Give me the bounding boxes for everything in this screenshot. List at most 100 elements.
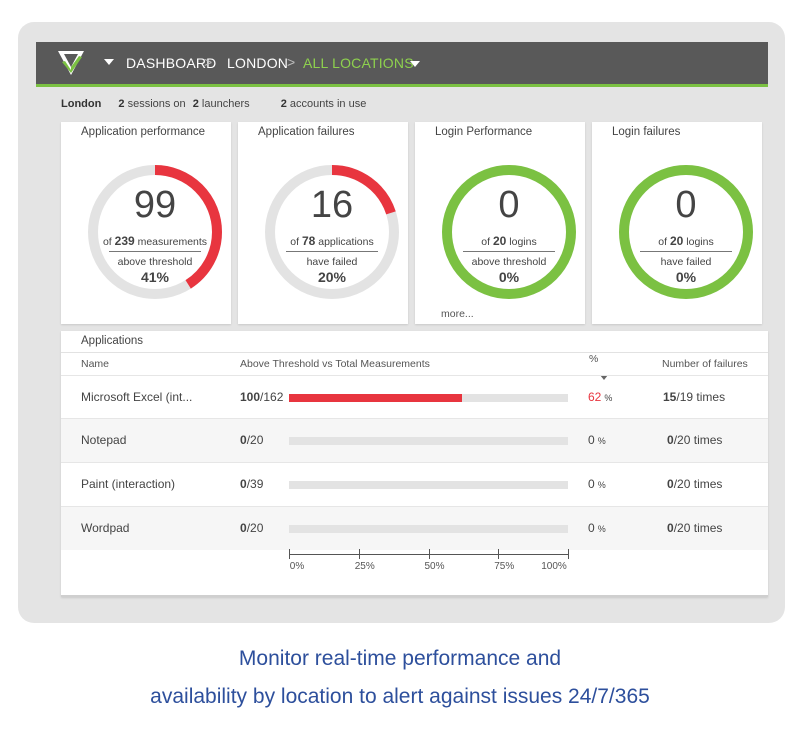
card-center: 99 of 239 measurements above threshold 4… bbox=[83, 160, 227, 304]
column-header-percent[interactable]: % bbox=[589, 353, 598, 365]
caption-line-1: Monitor real-time performance and bbox=[238, 647, 562, 670]
metric-card[interactable]: Login failures 0 of 20 logins have faile… bbox=[592, 122, 762, 324]
menu-dropdown-caret-icon[interactable] bbox=[104, 59, 114, 65]
caption-line-2: availability by location to alert agains… bbox=[150, 685, 650, 708]
summary-accounts-count: 2 bbox=[280, 98, 287, 110]
column-header-failures[interactable]: Number of failures bbox=[662, 358, 748, 370]
card-total-value: 20 bbox=[669, 234, 684, 248]
card-total: of 78 applications bbox=[260, 234, 404, 248]
summary-accounts-label: accounts in use bbox=[289, 98, 367, 110]
axis-tick-label: 50% bbox=[424, 561, 445, 572]
app-total-count: 20 bbox=[250, 521, 264, 535]
app-percent: 62% bbox=[588, 390, 612, 404]
card-center: 0 of 20 logins have failed 0% bbox=[614, 160, 758, 304]
app-failures-count: 0 bbox=[667, 521, 674, 535]
axis-tick bbox=[428, 549, 430, 559]
card-total-label: logins bbox=[686, 236, 714, 248]
app-percent-value: 0 bbox=[588, 433, 595, 447]
app-failures-total: 20 bbox=[677, 521, 691, 535]
card-title: Application performance bbox=[81, 126, 206, 138]
breadcrumb-all-locations[interactable]: ALL LOCATIONS bbox=[303, 55, 414, 71]
app-percent: 0% bbox=[588, 433, 606, 447]
summary-launchers-count: 2 bbox=[192, 98, 199, 110]
card-total-label: applications bbox=[318, 236, 374, 248]
summary-sessions-label: sessions on bbox=[127, 98, 186, 110]
app-measurement-count: 0/20 bbox=[240, 433, 264, 447]
top-navigation-bar: DASHBOARD > LONDON > ALL LOCATIONS bbox=[36, 42, 768, 87]
card-divider bbox=[640, 251, 732, 252]
app-name[interactable]: Microsoft Excel (int... bbox=[81, 390, 192, 404]
app-percent-unit: % bbox=[597, 524, 606, 534]
axis-tick bbox=[358, 549, 360, 559]
axis-tick-label: 0% bbox=[289, 561, 305, 572]
app-above-count: 0 bbox=[240, 477, 247, 491]
app-failures-count: 15 bbox=[663, 390, 677, 404]
applications-title: Applications bbox=[81, 335, 144, 347]
column-header-above-threshold[interactable]: Above Threshold vs Total Measurements bbox=[240, 358, 430, 370]
axis-tick-label: 75% bbox=[494, 561, 515, 572]
card-percent: 0% bbox=[498, 269, 520, 285]
card-title: Login failures bbox=[612, 126, 681, 138]
axis-tick-label: 100% bbox=[541, 561, 567, 572]
breadcrumb-london[interactable]: LONDON bbox=[227, 55, 288, 71]
card-description: have failed bbox=[660, 256, 712, 268]
app-percent-value: 0 bbox=[588, 521, 595, 535]
card-description: above threshold bbox=[117, 256, 193, 268]
card-total-prefix: of bbox=[290, 236, 300, 248]
card-percent: 41% bbox=[140, 269, 170, 285]
table-row[interactable]: Wordpad 0/20 0% 0/20 times bbox=[61, 506, 768, 550]
app-name[interactable]: Notepad bbox=[81, 433, 126, 447]
card-total: of 239 measurements bbox=[83, 234, 227, 248]
app-logo-icon[interactable] bbox=[56, 48, 86, 78]
app-failures: 0/20 times bbox=[667, 433, 723, 447]
threshold-bar-fill bbox=[289, 394, 462, 402]
app-failures: 15/19 times bbox=[663, 390, 726, 404]
more-link[interactable]: more... bbox=[441, 308, 474, 320]
panel-divider bbox=[61, 352, 768, 353]
app-failures-count: 0 bbox=[667, 433, 674, 447]
app-above-count: 0 bbox=[240, 433, 247, 447]
card-percent: 20% bbox=[317, 269, 347, 285]
axis-tick bbox=[498, 549, 500, 559]
card-total-prefix: of bbox=[658, 236, 668, 248]
card-total-label: logins bbox=[509, 236, 537, 248]
table-row[interactable]: Paint (interaction) 0/39 0% 0/20 times bbox=[61, 462, 768, 506]
metric-card[interactable]: Application failures 16 of 78 applicatio… bbox=[238, 122, 408, 324]
location-dropdown-caret-icon[interactable] bbox=[410, 61, 420, 67]
card-value: 0 bbox=[675, 184, 697, 226]
app-percent-unit: % bbox=[597, 436, 606, 446]
breadcrumb-dashboard[interactable]: DASHBOARD bbox=[126, 55, 216, 71]
card-center: 16 of 78 applications have failed 20% bbox=[260, 160, 404, 304]
axis-tick bbox=[568, 549, 569, 559]
card-center: 0 of 20 logins above threshold 0% bbox=[437, 160, 581, 304]
app-failures-total: 19 bbox=[679, 390, 694, 404]
threshold-bar bbox=[289, 481, 568, 489]
column-header-name[interactable]: Name bbox=[81, 358, 109, 370]
app-failures-unit: times bbox=[693, 477, 723, 491]
metric-card[interactable]: Login Performance 0 of 20 logins above t… bbox=[415, 122, 585, 324]
app-name[interactable]: Wordpad bbox=[81, 521, 129, 535]
card-title: Login Performance bbox=[435, 126, 533, 138]
summary-sessions-count: 2 bbox=[118, 98, 125, 110]
app-name[interactable]: Paint (interaction) bbox=[81, 477, 175, 491]
card-description: have failed bbox=[306, 256, 358, 268]
applications-panel: Applications Name Above Threshold vs Tot… bbox=[61, 331, 768, 597]
table-row[interactable]: Microsoft Excel (int... 100/162 62% 15/1… bbox=[61, 375, 768, 419]
breadcrumb-separator-icon: > bbox=[287, 54, 296, 70]
app-measurement-count: 100/162 bbox=[240, 390, 284, 404]
app-failures: 0/20 times bbox=[667, 521, 723, 535]
app-failures: 0/20 times bbox=[667, 477, 723, 491]
metric-card[interactable]: Application performance 99 of 239 measur… bbox=[61, 122, 231, 324]
app-percent-unit: % bbox=[597, 480, 606, 490]
axis-tick bbox=[289, 549, 290, 559]
app-total-count: 39 bbox=[250, 477, 264, 491]
app-above-count: 0 bbox=[240, 521, 247, 535]
app-percent: 0% bbox=[588, 521, 606, 535]
app-measurement-count: 0/20 bbox=[240, 521, 264, 535]
app-total-count: 162 bbox=[263, 390, 284, 404]
table-row[interactable]: Notepad 0/20 0% 0/20 times bbox=[61, 418, 768, 462]
app-failures-unit: times bbox=[693, 433, 723, 447]
card-title: Application failures bbox=[258, 126, 355, 138]
threshold-bar bbox=[289, 525, 568, 533]
app-above-count: 100 bbox=[240, 390, 261, 404]
